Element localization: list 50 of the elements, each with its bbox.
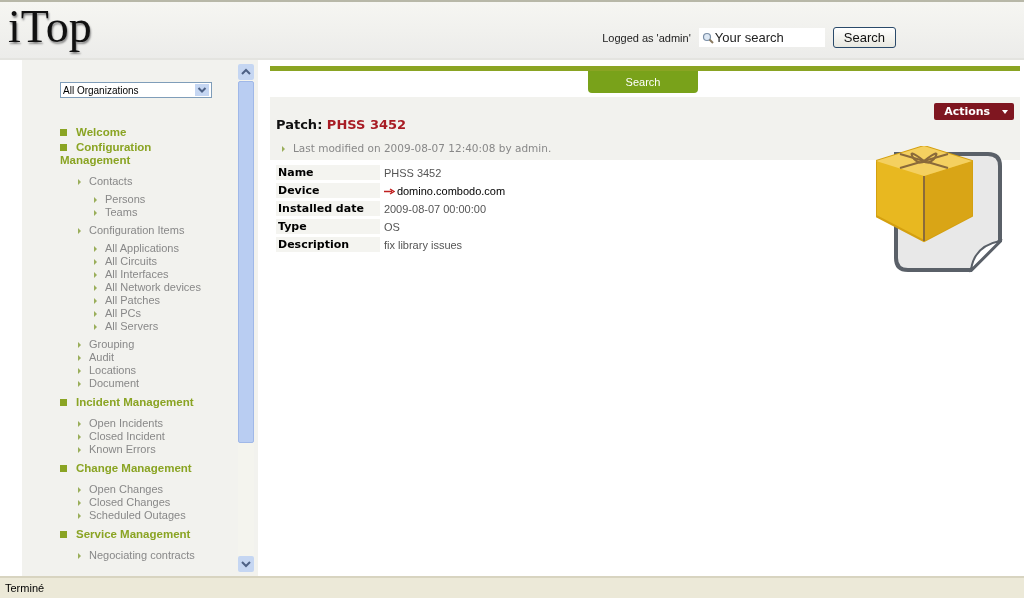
menu-item[interactable]: All Network devices xyxy=(94,281,238,294)
menu-item[interactable]: Known Errors xyxy=(78,443,238,456)
field-value: OS xyxy=(382,219,401,234)
menu-section[interactable]: Welcome xyxy=(60,126,210,139)
menu-item[interactable]: Closed Incident xyxy=(78,430,238,443)
menu-item[interactable]: Contacts xyxy=(78,175,238,188)
menu-item[interactable]: All PCs xyxy=(94,307,238,320)
field-label: Name xyxy=(276,165,380,180)
menu-item[interactable]: Grouping xyxy=(78,338,238,351)
search-field[interactable]: Your search xyxy=(698,28,825,47)
menu-item[interactable]: Closed Changes xyxy=(78,496,238,509)
dropdown-icon xyxy=(195,84,209,96)
arrow-icon xyxy=(383,188,395,196)
logo: iTop xyxy=(8,2,92,52)
field-value: fix library issues xyxy=(382,237,464,252)
menu-item[interactable]: Open Changes xyxy=(78,483,238,496)
menu-item[interactable]: All Applications xyxy=(94,242,238,255)
organization-dropdown[interactable]: All Organizations xyxy=(60,82,212,98)
object-title: Patch: PHSS 3452 xyxy=(276,117,407,132)
menu-item[interactable]: Scheduled Outages xyxy=(78,509,238,522)
menu-item[interactable]: All Interfaces xyxy=(94,268,238,281)
menu-item[interactable]: Locations xyxy=(78,364,238,377)
last-modified-text: Last modified on 2009-08-07 12:40:08 by admin. xyxy=(282,142,1014,154)
menu-section[interactable]: Change Management xyxy=(60,462,210,475)
menu-section[interactable]: Service Management xyxy=(60,528,210,541)
menu-item[interactable]: Persons xyxy=(94,193,238,206)
field-label: Description xyxy=(276,237,380,252)
actions-button[interactable]: Actions xyxy=(934,103,1014,120)
menu-item[interactable]: All Circuits xyxy=(94,255,238,268)
menu-item[interactable]: Audit xyxy=(78,351,238,364)
menu-section[interactable]: Incident Management xyxy=(60,396,210,409)
field-label: Device xyxy=(276,183,380,198)
menu-section[interactable]: Configuration Management xyxy=(60,141,210,167)
caret-icon xyxy=(1002,110,1008,114)
device-link[interactable]: domino.combodo.com xyxy=(379,183,510,198)
field-label: Installed date xyxy=(276,201,380,216)
logged-as-text: Logged as 'admin' xyxy=(602,31,691,44)
search-tab[interactable]: Search xyxy=(588,71,698,93)
status-bar: Terminé xyxy=(0,576,1024,598)
menu-item[interactable]: Configuration Items xyxy=(78,224,238,237)
menu-item[interactable]: Document xyxy=(78,377,238,390)
field-value: PHSS 3452 xyxy=(382,165,443,180)
search-button[interactable]: Search xyxy=(832,27,896,48)
menu-item[interactable]: All Patches xyxy=(94,294,238,307)
menu-item[interactable]: Teams xyxy=(94,206,238,219)
field-label: Type xyxy=(276,219,380,234)
menu-item[interactable]: Open Incidents xyxy=(78,417,238,430)
menu-item[interactable]: Negociating contracts xyxy=(78,549,238,562)
field-value: 2009-08-07 00:00:00 xyxy=(382,201,488,216)
menu-item[interactable]: All Servers xyxy=(94,320,238,333)
